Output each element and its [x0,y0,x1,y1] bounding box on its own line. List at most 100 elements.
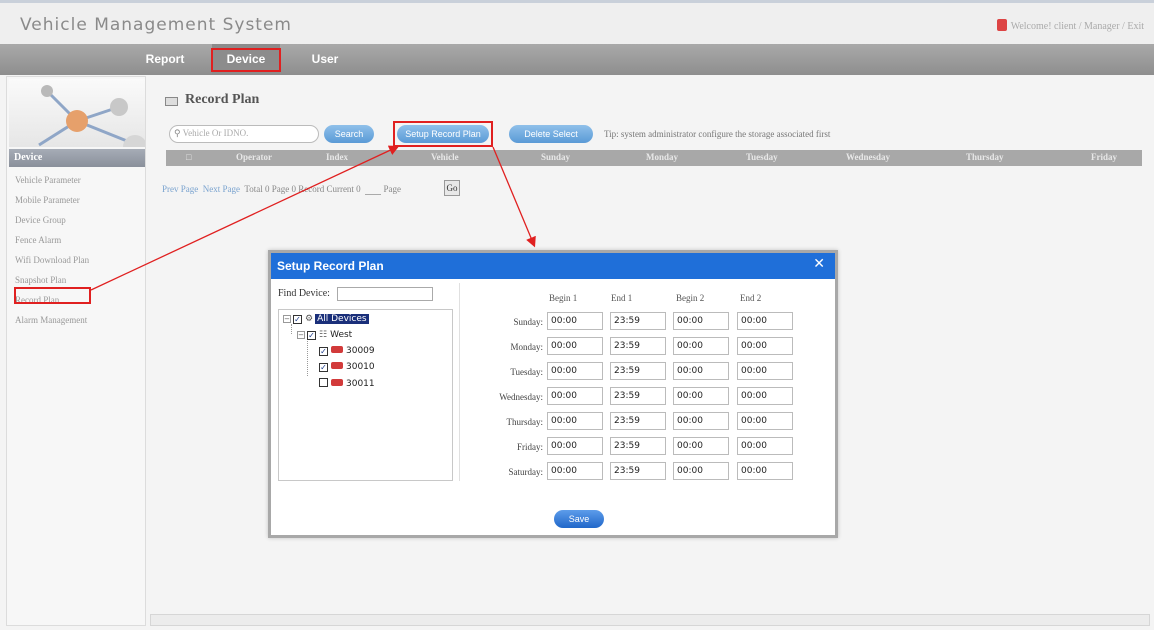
network-illustration [9,79,145,147]
main-nav: Report Device User [0,44,1154,75]
end2-input[interactable]: 00:00 [737,312,793,330]
col-begin-1: Begin 1 [549,293,578,303]
col-thursday: Thursday [966,152,1004,162]
begin1-input[interactable]: 00:00 [547,412,603,430]
dialog-title: Setup Record Plan [271,253,835,279]
find-device-input[interactable] [337,287,433,301]
tree-node-west[interactable]: − ✓ ☷ West [297,330,352,340]
day-label: Monday: [510,342,544,352]
col-begin-2: Begin 2 [676,293,705,303]
sidebar-item-alarm-management[interactable]: Alarm Management [15,315,87,325]
panel-divider [459,283,460,481]
nav-report[interactable]: Report [140,44,190,75]
horizontal-scrollbar[interactable] [150,614,1150,626]
find-device-label: Find Device: [278,288,330,299]
col-index: Index [326,152,349,162]
end2-input[interactable]: 00:00 [737,437,793,455]
begin2-input[interactable]: 00:00 [673,412,729,430]
checkbox-checked[interactable]: ✓ [293,315,302,324]
checkbox-checked[interactable]: ✓ [307,331,316,340]
begin1-input[interactable]: 00:00 [547,312,603,330]
begin2-input[interactable]: 00:00 [673,312,729,330]
app-header: Vehicle Management System Welcome! clien… [0,0,1154,44]
end2-input[interactable]: 00:00 [737,387,793,405]
tree-node-all-devices[interactable]: − ✓ ⚙ All Devices [283,314,369,324]
device-tree: − ✓ ⚙ All Devices − ✓ ☷ West ✓ 30009 ✓ 30010 300… [278,309,453,481]
checkbox-unchecked[interactable] [319,378,328,387]
begin2-input[interactable]: 00:00 [673,437,729,455]
pager: Prev Page Next Page Total 0 Page 0 Recor… [162,184,401,195]
end1-input[interactable]: 23:59 [610,362,666,380]
end2-input[interactable]: 00:00 [737,362,793,380]
search-placeholder: Vehicle Or IDNO. [182,128,249,138]
begin1-input[interactable]: 00:00 [547,387,603,405]
end2-input[interactable]: 00:00 [737,412,793,430]
col-wednesday: Wednesday [846,152,891,162]
sidebar-item-fence-alarm[interactable]: Fence Alarm [15,235,61,245]
close-icon[interactable]: ✕ [813,256,825,272]
begin2-input[interactable]: 00:00 [673,387,729,405]
end2-input[interactable]: 00:00 [737,462,793,480]
welcome-label[interactable]: Welcome! client / Manager / Exit [1011,21,1144,32]
select-all-checkbox[interactable]: □ [186,152,191,162]
tree-connector [291,324,292,334]
save-button[interactable]: Save [554,510,604,528]
welcome-text: Welcome! client / Manager / Exit [996,19,1144,32]
begin1-input[interactable]: 00:00 [547,337,603,355]
col-sunday: Sunday [541,152,571,162]
sidebar-item-snapshot-plan[interactable]: Snapshot Plan [15,275,66,285]
collapse-icon[interactable]: − [297,331,305,339]
tree-node-device[interactable]: ✓ 30010 [319,362,375,372]
record-plan-highlight-box [14,287,91,304]
vehicle-icon [331,362,343,369]
page-label: Page [383,184,401,194]
pager-info: Total 0 Page 0 Record Current 0 [244,184,361,194]
group-icon: ☷ [319,330,328,340]
sidebar-item-mobile-parameter[interactable]: Mobile Parameter [15,195,80,205]
search-button[interactable]: Search [324,125,374,143]
begin1-input[interactable]: 00:00 [547,462,603,480]
tree-connector [307,338,308,376]
begin2-input[interactable]: 00:00 [673,362,729,380]
tree-label: 30009 [346,346,375,356]
sidebar: Device Vehicle Parameter Mobile Paramete… [6,76,146,626]
end1-input[interactable]: 23:59 [610,437,666,455]
search-icon: ⚲ [174,128,181,138]
search-input[interactable]: ⚲ Vehicle Or IDNO. [169,125,319,143]
begin2-input[interactable]: 00:00 [673,462,729,480]
end1-input[interactable]: 23:59 [610,312,666,330]
end1-input[interactable]: 23:59 [610,412,666,430]
col-operator: Operator [236,152,272,162]
next-page-link[interactable]: Next Page [203,184,240,194]
end1-input[interactable]: 23:59 [610,337,666,355]
begin1-input[interactable]: 00:00 [547,362,603,380]
day-label: Saturday: [508,467,544,477]
sidebar-item-vehicle-parameter[interactable]: Vehicle Parameter [15,175,81,185]
begin1-input[interactable]: 00:00 [547,437,603,455]
sidebar-heading: Device [9,149,145,167]
end1-input[interactable]: 23:59 [610,387,666,405]
end1-input[interactable]: 23:59 [610,462,666,480]
nav-user[interactable]: User [300,44,350,75]
prev-page-link[interactable]: Prev Page [162,184,198,194]
tip-text: Tip: system administrator configure the … [604,129,831,139]
begin2-input[interactable]: 00:00 [673,337,729,355]
tree-node-device[interactable]: ✓ 30009 [319,346,375,356]
day-label: Wednesday: [499,392,543,402]
checkbox-checked[interactable]: ✓ [319,363,328,372]
col-vehicle: Vehicle [431,152,459,162]
sidebar-item-device-group[interactable]: Device Group [15,215,66,225]
day-label: Sunday: [513,317,543,327]
delete-select-button[interactable]: Delete Select [509,125,593,143]
page-number-input[interactable] [365,184,382,195]
tree-node-device[interactable]: 30011 [319,378,375,389]
setup-record-plan-dialog: Setup Record Plan ✕ Find Device: − ✓ ⚙ All … [268,250,838,538]
sidebar-item-wifi-download-plan[interactable]: Wifi Download Plan [15,255,89,265]
checkbox-checked[interactable]: ✓ [319,347,328,356]
day-label: Tuesday: [510,367,543,377]
col-end-1: End 1 [611,293,633,303]
device-highlight-box [211,48,281,72]
go-button[interactable]: Go [444,180,460,196]
collapse-icon[interactable]: − [283,315,291,323]
end2-input[interactable]: 00:00 [737,337,793,355]
